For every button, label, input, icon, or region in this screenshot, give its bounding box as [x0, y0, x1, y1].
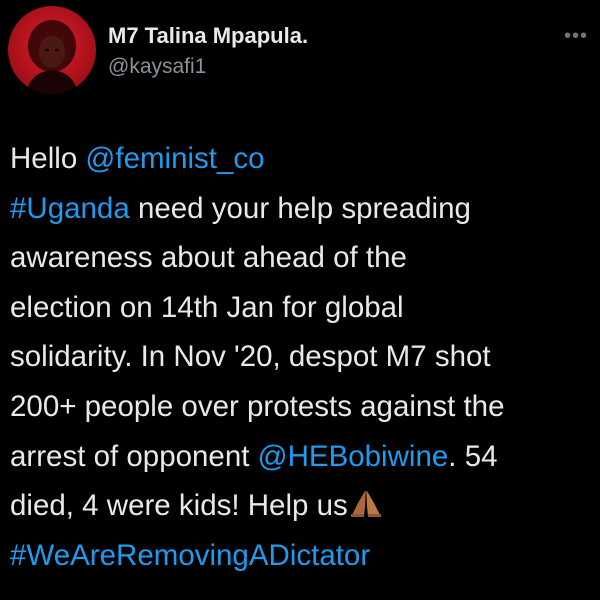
user-handle[interactable]: @kaysafi1: [108, 52, 308, 82]
avatar[interactable]: [8, 6, 96, 94]
display-name[interactable]: M7 Talina Mpapula.: [108, 22, 308, 50]
tweet-line: arrest of opponent @HEBobiwine. 54: [10, 432, 595, 482]
mention-link[interactable]: @HEBobiwine: [258, 440, 449, 473]
hashtag-link[interactable]: #WeAreRemovingADictator: [10, 539, 370, 572]
tweet-text-segment: need your help spreading: [129, 191, 471, 225]
tweet-line: election on 14th Jan for global: [10, 283, 595, 333]
tweet-text-segment: awareness about ahead of the: [10, 241, 407, 275]
tweet-text-segment: Hello: [10, 142, 86, 175]
tweet-line: #Uganda need your help spreading: [10, 184, 595, 234]
tweet-text-segment: solidarity. In Nov '20, despot M7 shot: [10, 340, 491, 374]
tweet-line: #WeAreRemovingADictator: [10, 531, 595, 581]
folded-hands-emoji: [350, 483, 382, 533]
avatar-portrait-icon: [26, 20, 78, 94]
tweet-line: solidarity. In Nov '20, despot M7 shot: [10, 332, 595, 382]
tweet-line: 200+ people over protests against the: [10, 382, 595, 432]
tweet-line: Hello @feminist_co: [10, 134, 595, 184]
tweet-line: awareness about ahead of the: [10, 233, 595, 283]
user-names: M7 Talina Mpapula. @kaysafi1: [108, 22, 308, 82]
tweet-text-segment: 200+ people over protests against the: [10, 389, 505, 423]
tweet-text-segment: . 54: [448, 439, 498, 473]
tweet-text-segment: arrest of opponent: [10, 439, 258, 473]
tweet[interactable]: M7 Talina Mpapula. @kaysafi1 ••• Hello @…: [0, 0, 600, 600]
tweet-text-segment: died, 4 were kids! Help us: [10, 489, 348, 523]
tweet-text: Hello @feminist_co #Uganda need your help…: [10, 134, 595, 580]
tweet-header: M7 Talina Mpapula. @kaysafi1 •••: [4, 4, 596, 104]
hashtag-link[interactable]: #Uganda: [10, 192, 130, 225]
tweet-text-segment: election on 14th Jan for global: [10, 290, 404, 324]
more-options-icon[interactable]: •••: [564, 26, 588, 46]
tweet-line: died, 4 were kids! Help us: [10, 481, 595, 531]
mention-link[interactable]: @feminist_co: [85, 142, 264, 175]
